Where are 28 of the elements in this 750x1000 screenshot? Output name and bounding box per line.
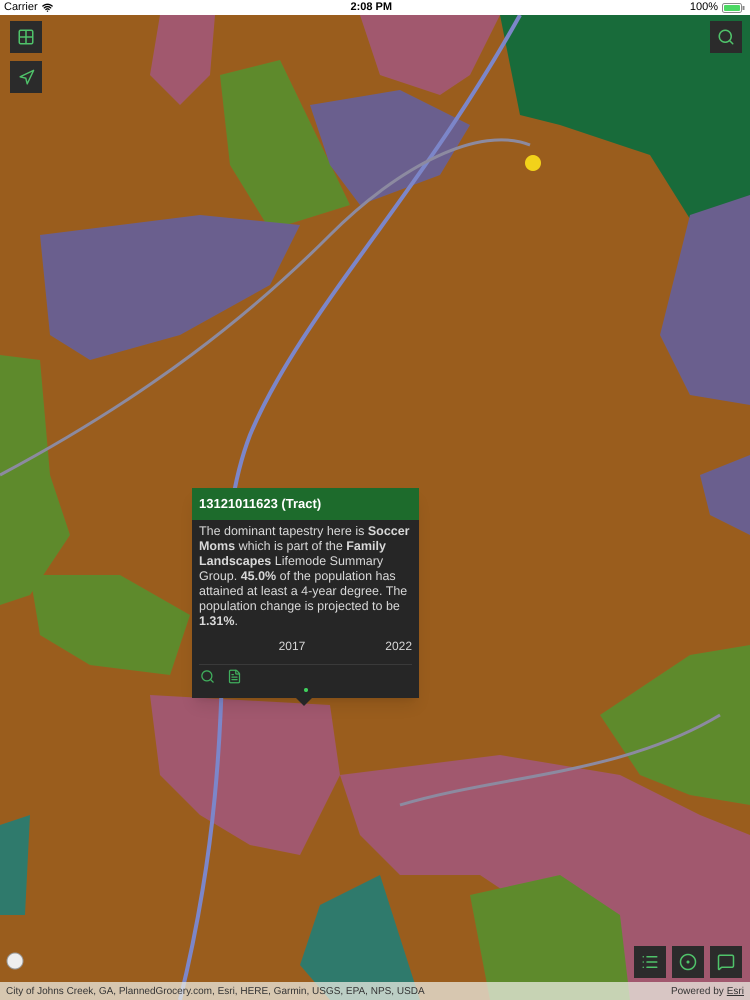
column-header: 2017 [278, 638, 306, 654]
chat-icon [717, 953, 735, 971]
column-header: 2022 [385, 638, 412, 654]
carrier-label: Carrier [4, 0, 38, 16]
popup-description: The dominant tapestry here is Soccer Moms which is part of the Family Landscapes Lifemode Summary Group. 45.0% of the population has attained at least a 4-year degree. The population change is projected to be 1.31%. [199, 524, 411, 628]
target-button[interactable] [672, 946, 704, 978]
grid-icon [17, 28, 35, 46]
search-icon [200, 668, 215, 684]
document-icon [227, 668, 242, 684]
basemap-button[interactable] [710, 946, 742, 978]
search-icon [717, 28, 735, 46]
battery-percent: 100% [690, 0, 718, 16]
battery-icon [722, 2, 746, 12]
attribution-text: City of Johns Creek, GA, PlannedGrocery.com, Esri, HERE, Garmin, USGS, EPA, NPS, USDA [6, 984, 425, 998]
pdf-button[interactable] [227, 668, 242, 684]
legend-button[interactable] [634, 946, 666, 978]
extent-button[interactable] [10, 21, 42, 53]
zoom-to-button[interactable] [200, 668, 215, 684]
list-icon [641, 953, 659, 971]
locate-button[interactable] [10, 61, 42, 93]
target-icon [679, 953, 697, 971]
popup-title: 13121011623 (Tract) [192, 488, 419, 520]
esri-link[interactable]: Esri [726, 984, 744, 998]
search-button[interactable] [710, 21, 742, 53]
status-time: 2:08 PM [350, 0, 392, 16]
wifi-icon [42, 2, 53, 13]
navigation-icon [18, 68, 34, 86]
powered-by-label: Powered by [670, 984, 724, 998]
